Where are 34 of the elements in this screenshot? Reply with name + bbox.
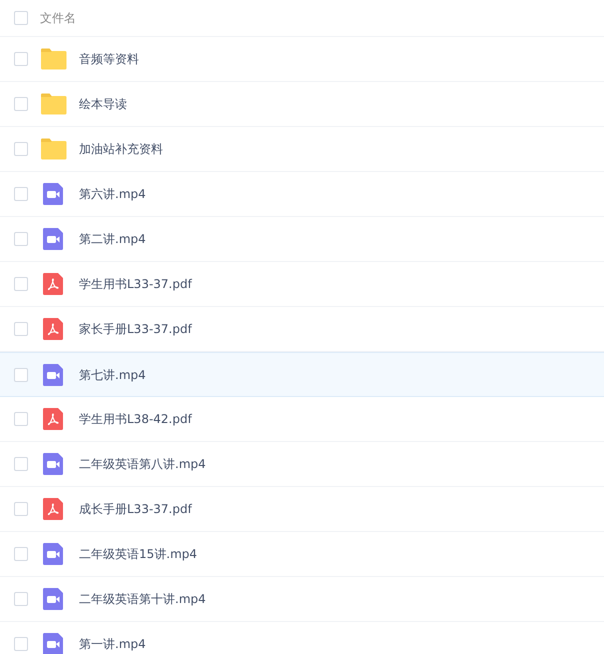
checkbox[interactable] [14, 97, 28, 111]
checkbox[interactable] [14, 368, 28, 382]
file-name[interactable]: 二年级英语第八讲.mp4 [79, 455, 206, 473]
checkbox[interactable] [14, 412, 28, 426]
checkbox[interactable] [14, 52, 28, 66]
file-name[interactable]: 加油站补充资料 [79, 140, 163, 158]
file-name[interactable]: 第七讲.mp4 [79, 366, 146, 384]
folder-icon [40, 138, 67, 160]
checkbox[interactable] [14, 142, 28, 156]
checkbox[interactable] [14, 592, 28, 606]
column-header[interactable]: 文件名 [40, 9, 76, 27]
checkbox[interactable] [14, 187, 28, 201]
checkbox[interactable] [14, 457, 28, 471]
checkbox[interactable] [14, 232, 28, 246]
folder-icon [40, 93, 67, 115]
folder-icon [40, 48, 67, 70]
file-name[interactable]: 音频等资料 [79, 50, 139, 68]
checkbox[interactable] [14, 322, 28, 336]
checkbox[interactable] [14, 11, 28, 25]
checkbox[interactable] [14, 637, 28, 651]
file-name[interactable]: 二年级英语第十讲.mp4 [79, 590, 206, 608]
checkbox[interactable] [14, 502, 28, 516]
checkbox[interactable] [14, 277, 28, 291]
file-name[interactable]: 绘本导读 [79, 95, 127, 113]
file-name[interactable]: 第二讲.mp4 [79, 230, 146, 248]
file-name[interactable]: 学生用书L33-37.pdf [79, 275, 192, 293]
file-name[interactable]: 学生用书L38-42.pdf [79, 410, 192, 428]
file-name[interactable]: 成长手册L33-37.pdf [79, 500, 192, 518]
file-name[interactable]: 第一讲.mp4 [79, 635, 146, 653]
file-name[interactable]: 家长手册L33-37.pdf [79, 320, 192, 338]
file-name[interactable]: 第六讲.mp4 [79, 185, 146, 203]
checkbox[interactable] [14, 547, 28, 561]
file-name[interactable]: 二年级英语15讲.mp4 [79, 545, 198, 563]
highlighted-row[interactable]: 第七讲.mp4 [0, 352, 604, 397]
